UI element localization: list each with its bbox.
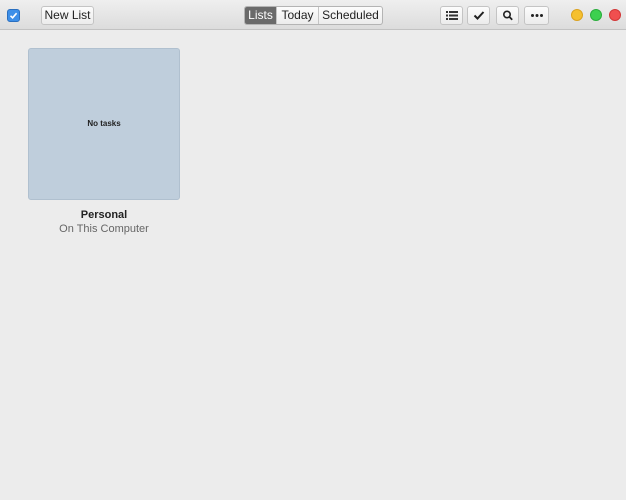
minimize-button[interactable] [571,9,583,21]
new-list-button[interactable]: New List [41,6,94,25]
show-completed-button[interactable] [467,6,490,25]
tab-lists[interactable]: Lists [245,7,277,24]
list-card-personal[interactable]: No tasks [28,48,180,200]
list-view-button[interactable] [440,6,463,25]
tab-today[interactable]: Today [277,7,319,24]
more-button[interactable] [524,6,549,25]
more-icon [530,14,543,17]
view-switcher: Lists Today Scheduled [244,6,383,25]
search-button[interactable] [496,6,519,25]
check-icon [473,11,484,20]
search-icon [502,10,513,21]
list-icon [445,11,458,20]
list-source: On This Computer [59,223,149,235]
empty-tasks-label: No tasks [87,119,121,128]
list-title: Personal [80,209,128,221]
toolbar: New List Lists Today Scheduled [0,0,626,30]
close-button[interactable] [609,9,621,21]
checkbox-icon [7,9,20,22]
maximize-button[interactable] [590,9,602,21]
tab-scheduled[interactable]: Scheduled [319,7,382,24]
